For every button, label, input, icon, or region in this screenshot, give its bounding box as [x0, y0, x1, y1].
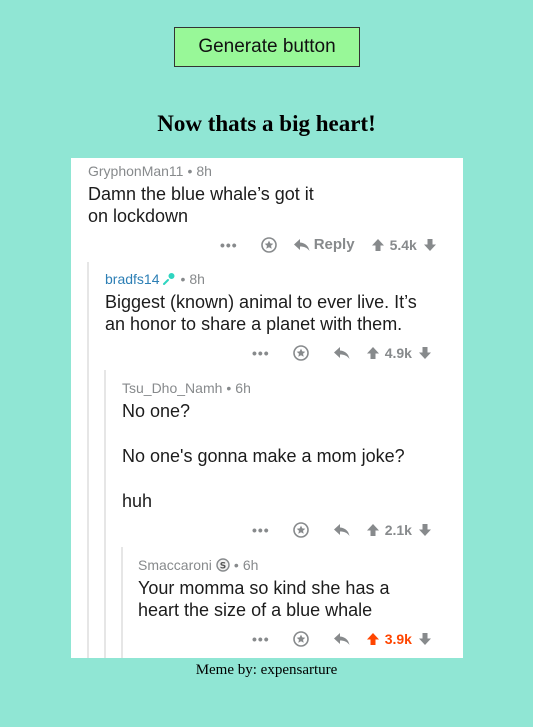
comment-3: Tsu_Dho_Namh • 6h No one? No one's gonna… [122, 380, 405, 512]
score: 4.9k [384, 345, 412, 361]
timestamp: 6h [235, 380, 251, 396]
downvote-icon[interactable] [418, 632, 432, 646]
comment-actions: ••• 2.1k [252, 522, 432, 538]
reply-icon [293, 238, 310, 251]
reply-icon[interactable] [333, 632, 351, 646]
more-icon[interactable]: ••• [252, 631, 270, 647]
meme-image: GryphonMan11 • 8h Damn the blue whale’s … [71, 158, 463, 658]
username: Tsu_Dho_Namh [122, 380, 223, 396]
upvote-icon[interactable] [366, 523, 380, 537]
comment-meta: bradfs14 • 8h [105, 271, 205, 287]
comment-body: Biggest (known) animal to ever live. It’… [105, 292, 417, 334]
username: Smaccaroni [138, 557, 212, 573]
downvote-icon[interactable] [418, 346, 432, 360]
comment-actions: ••• 4.9k [252, 345, 432, 361]
downvote-icon[interactable] [418, 523, 432, 537]
comment-meta: Smaccaroni S • 6h [138, 557, 259, 573]
downvote-icon[interactable] [423, 238, 437, 252]
timestamp: 8h [196, 163, 212, 179]
meme-credit: Meme by: expensarture [195, 662, 338, 678]
upvote-icon[interactable] [366, 632, 380, 646]
award-icon[interactable] [260, 236, 277, 253]
mic-icon [162, 272, 176, 286]
reply-icon[interactable] [333, 523, 351, 537]
reply-button[interactable]: Reply [293, 236, 355, 253]
comment-body: Your momma so kind she has a heart the s… [138, 578, 390, 620]
upvote-icon[interactable] [371, 238, 385, 252]
more-icon[interactable]: ••• [220, 237, 238, 253]
username: GryphonMan11 [88, 163, 184, 179]
score: 3.9k [384, 631, 412, 647]
upvote-icon[interactable] [366, 346, 380, 360]
comment-meta: Tsu_Dho_Namh • 6h [122, 380, 251, 396]
comment-actions: ••• Reply 5.4k [220, 236, 437, 253]
thread-line[interactable] [104, 370, 106, 658]
badge-icon: S [216, 558, 230, 572]
comment-body: No one? No one's gonna make a mom joke? … [122, 401, 405, 511]
award-icon[interactable] [292, 631, 309, 647]
generate-button[interactable]: Generate button [174, 27, 360, 67]
more-icon[interactable]: ••• [252, 345, 270, 361]
comment-2: bradfs14 • 8h Biggest (known) animal to … [105, 271, 417, 335]
reply-icon[interactable] [333, 346, 351, 360]
comment-4: Smaccaroni S • 6h Your momma so kind she… [138, 557, 389, 621]
comment-actions: ••• 3.9k [252, 631, 432, 647]
meme-title: Now thats a big heart! [157, 111, 376, 136]
comment-body: Damn the blue whale’s got it on lockdown [88, 184, 314, 226]
score: 2.1k [384, 522, 412, 538]
thread-line[interactable] [87, 262, 89, 658]
more-icon[interactable]: ••• [252, 522, 270, 538]
thread-line[interactable] [121, 547, 123, 658]
svg-text:S: S [220, 562, 226, 572]
timestamp: 6h [242, 557, 259, 573]
username: bradfs14 [105, 271, 160, 287]
comment-1: GryphonMan11 • 8h Damn the blue whale’s … [88, 163, 314, 227]
award-icon[interactable] [292, 522, 309, 538]
comment-meta: GryphonMan11 • 8h [88, 163, 212, 179]
timestamp: 8h [189, 271, 205, 287]
score: 5.4k [389, 236, 417, 253]
award-icon[interactable] [292, 345, 309, 361]
